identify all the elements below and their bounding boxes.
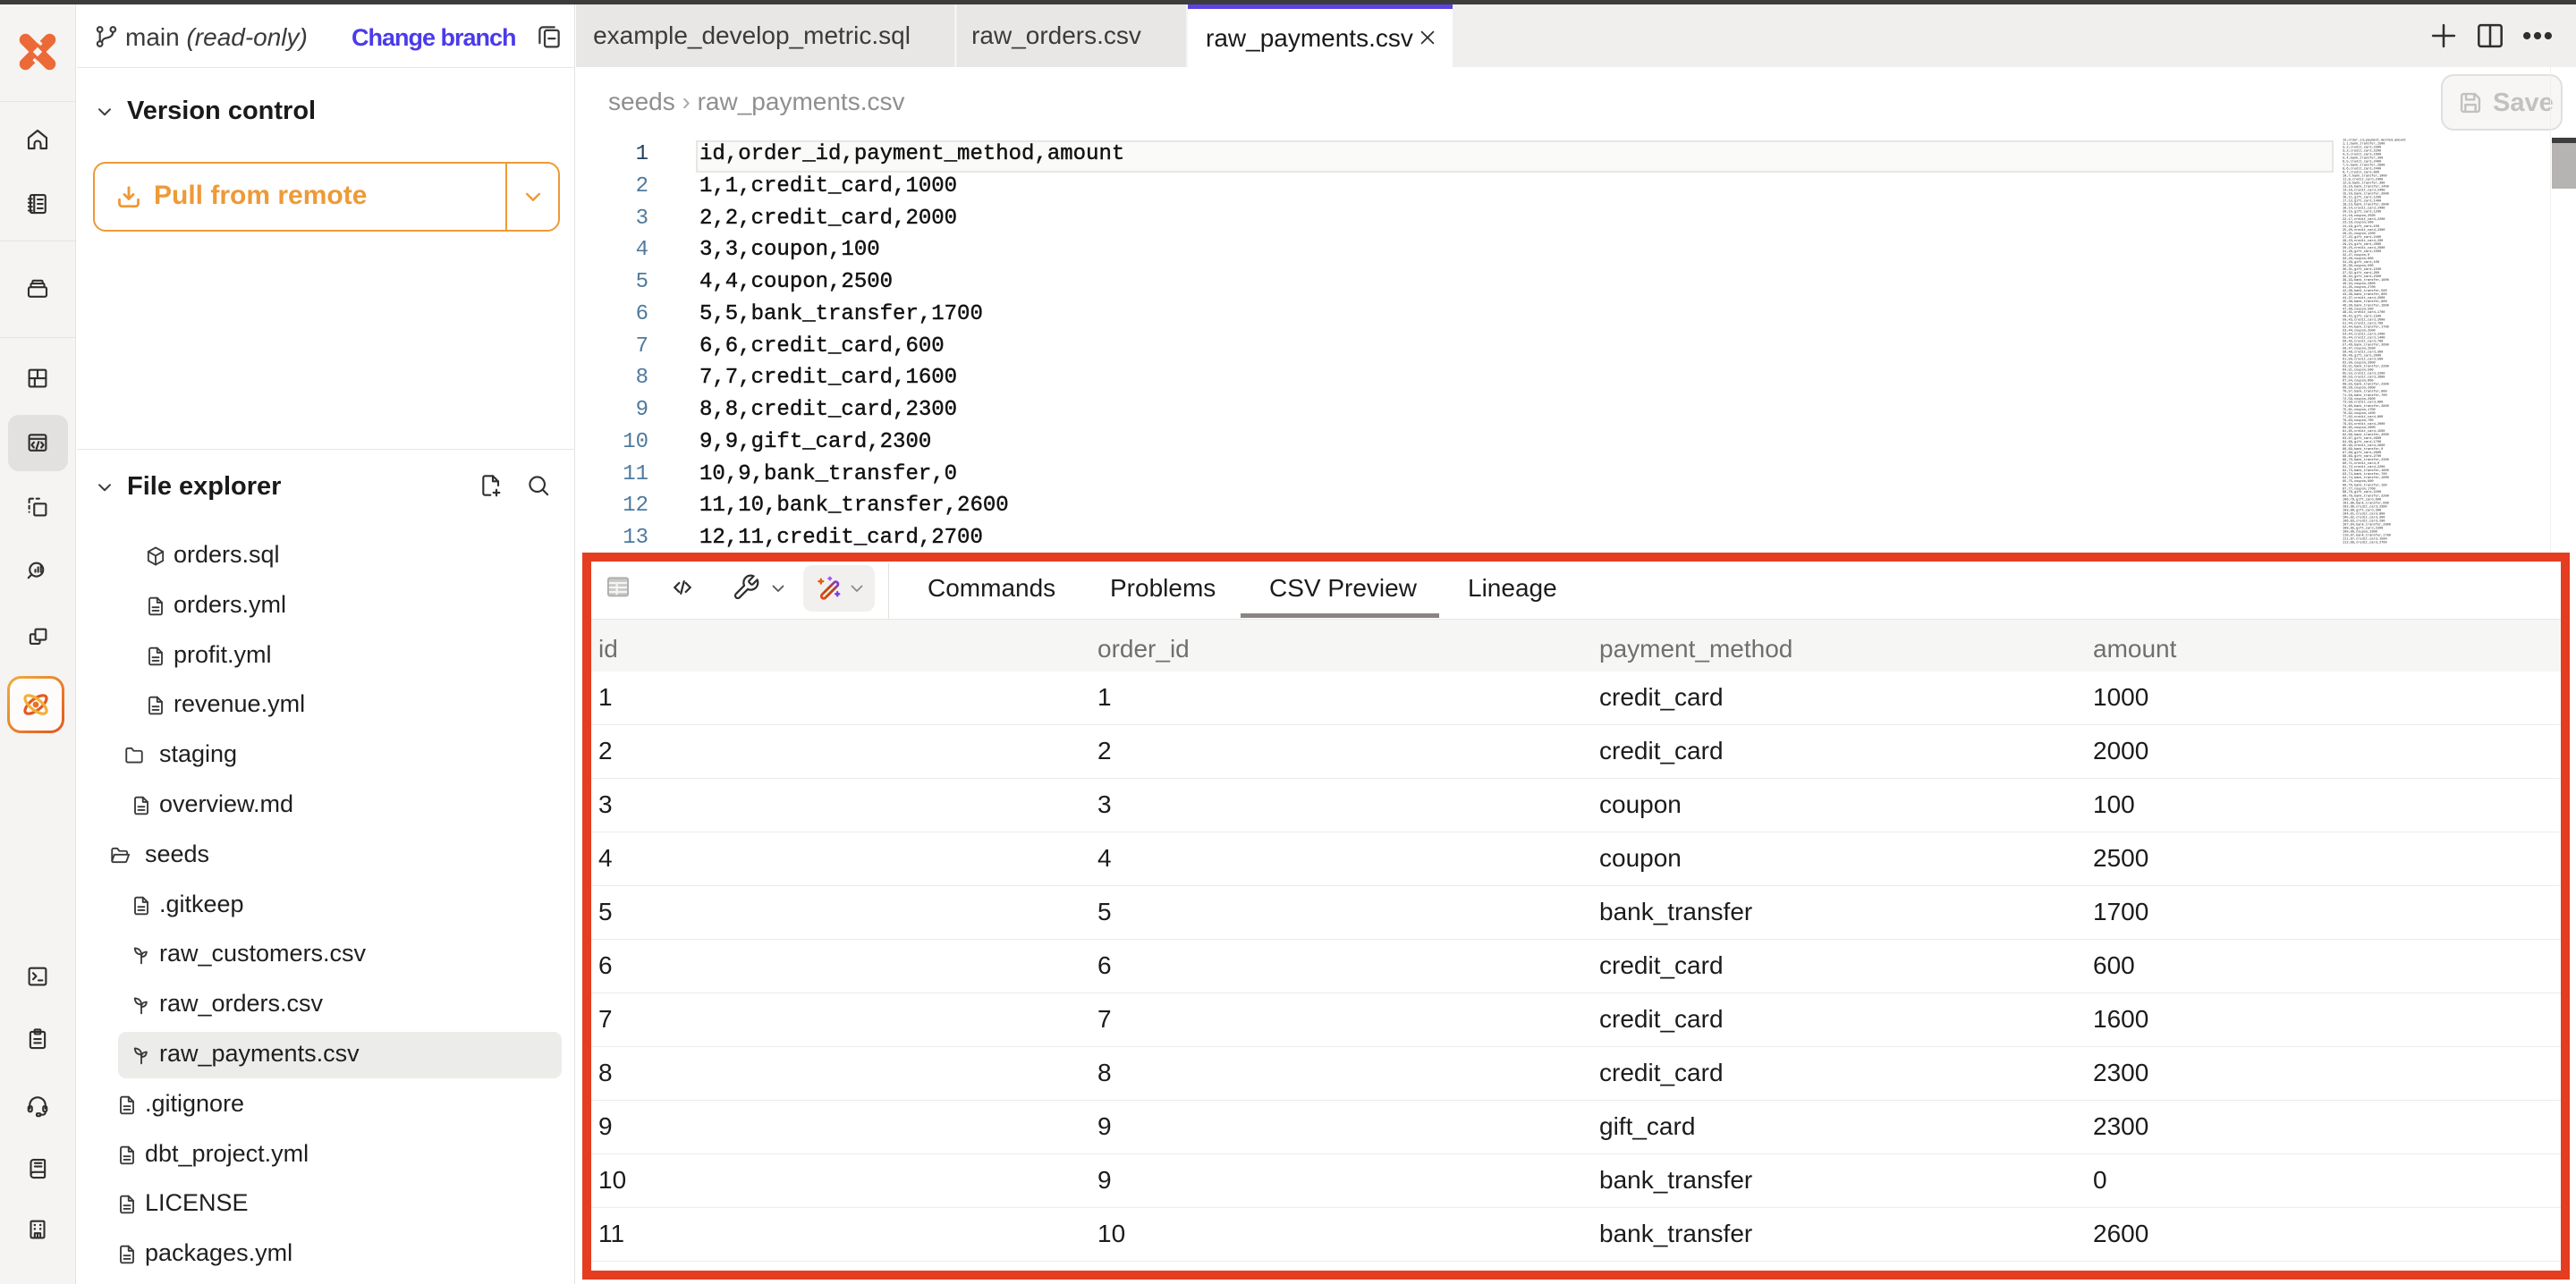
svg-text:112,88,credit_card,2700: 112,88,credit_card,2700 [2343,541,2387,545]
